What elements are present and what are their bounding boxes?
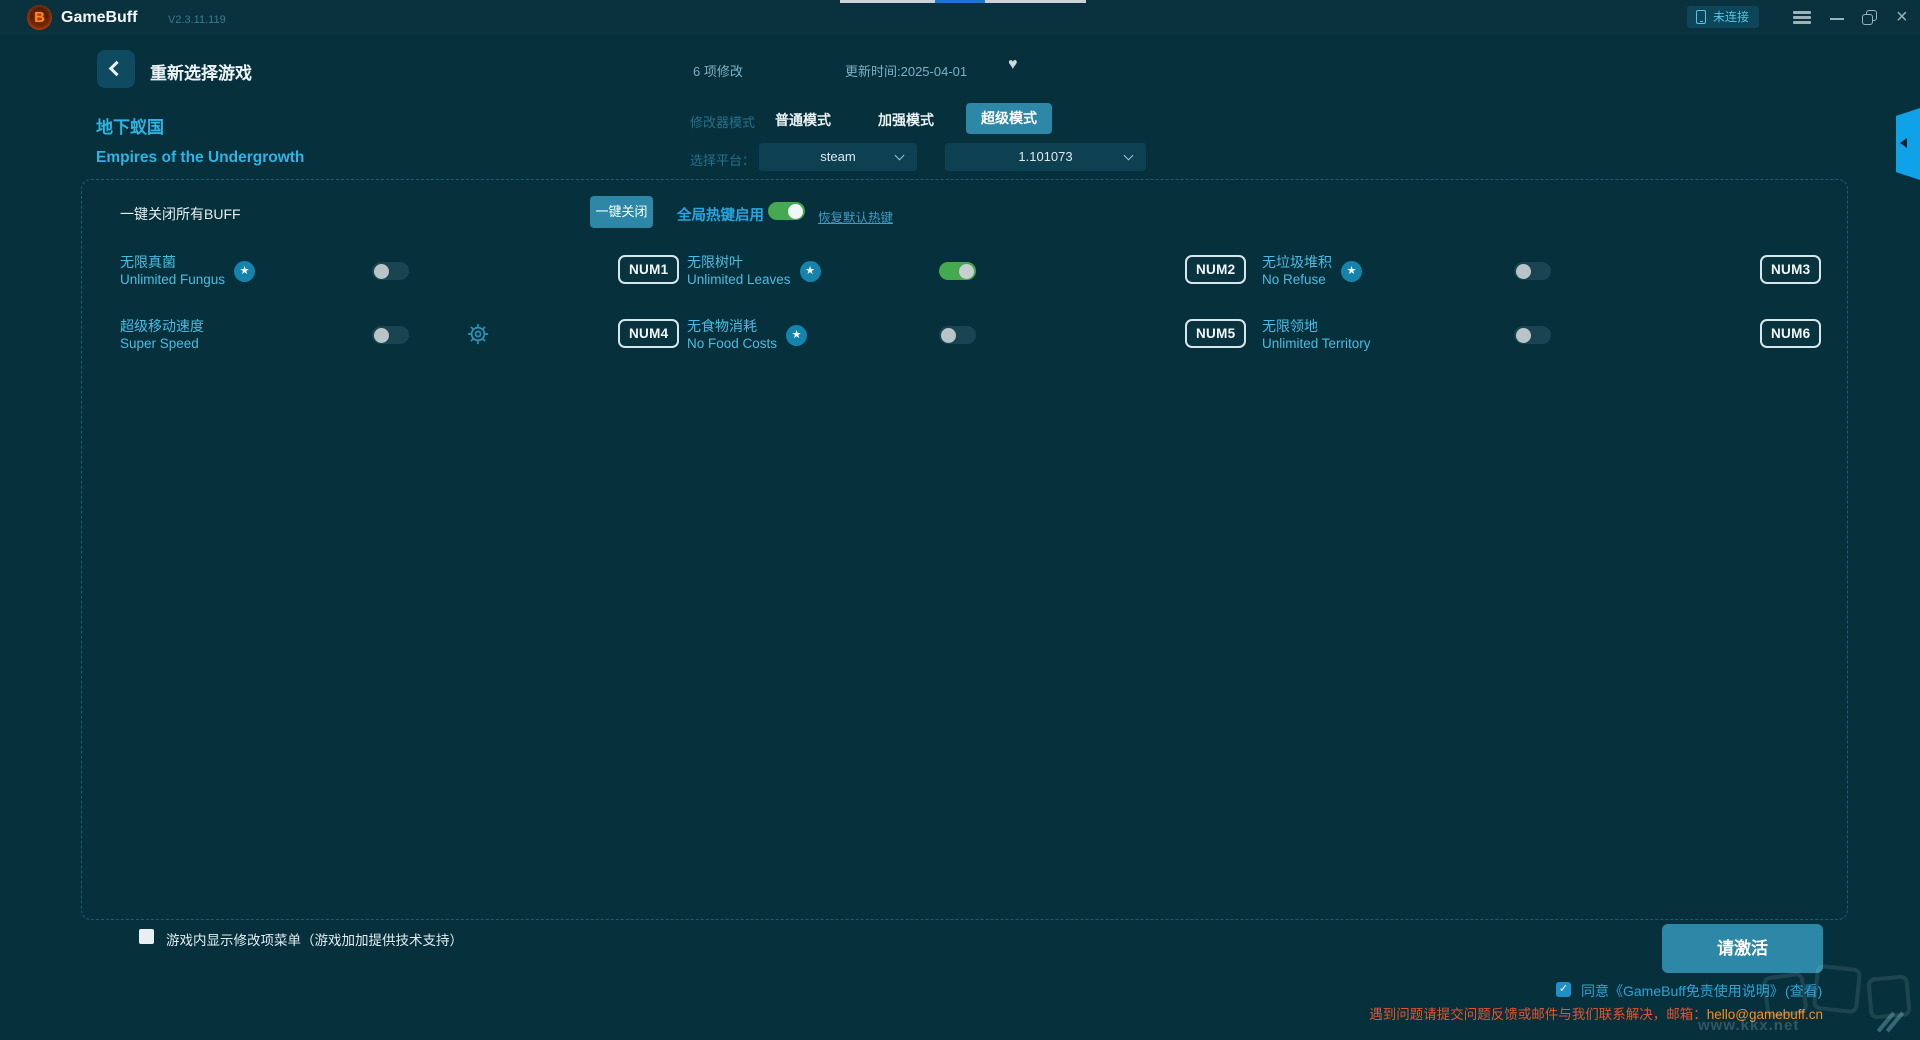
- watermark-slash-icon: [1876, 1011, 1910, 1034]
- close-icon[interactable]: ×: [1896, 5, 1908, 29]
- hotkey-badge[interactable]: NUM3: [1760, 255, 1822, 284]
- cheat-name-en: No Food Costs: [687, 336, 778, 351]
- global-hotkey-label: 全局热键启用: [677, 208, 764, 224]
- phone-icon: [1696, 10, 1706, 24]
- restore-default-hotkeys-link[interactable]: 恢复默认热键: [818, 207, 893, 226]
- cheat-toggle[interactable]: [372, 326, 409, 344]
- agreement-label[interactable]: 同意《GameBuff免责使用说明》: [1581, 981, 1784, 1001]
- star-badge-icon: ★: [786, 324, 808, 346]
- game-version-dropdown[interactable]: 1.101073: [945, 143, 1146, 171]
- update-time: 更新时间:2025-04-01: [845, 64, 968, 79]
- cheat-name: 无垃圾堆积 No Refuse: [1262, 253, 1332, 289]
- cheat-toggle[interactable]: [372, 262, 409, 280]
- side-panel-tab[interactable]: [1896, 108, 1920, 180]
- gamebuff-window: B GameBuff V2.3.11.119 未连接 × 重新选择游戏 6 项修…: [0, 0, 1920, 1040]
- mode-super-selected[interactable]: 超级模式: [966, 103, 1052, 134]
- game-title-zh: 地下蚁国: [96, 118, 164, 137]
- app-name: GameBuff: [61, 9, 138, 26]
- back-chevron-icon: [108, 60, 125, 77]
- trainer-mode-label: 修改器模式: [690, 115, 756, 130]
- cheat-name-zh: 无限树叶: [687, 254, 743, 270]
- cheat-item-super-speed: 超级移动速度 Super Speed ★ NUM4: [120, 313, 680, 357]
- cheat-name-zh: 无垃圾堆积: [1262, 254, 1332, 270]
- cheat-name: 无食物消耗 No Food Costs: [687, 317, 777, 353]
- hotkey-badge[interactable]: NUM4: [618, 319, 680, 348]
- mods-count: 6 项修改: [693, 64, 743, 79]
- hotkey-badge[interactable]: NUM6: [1760, 319, 1822, 348]
- global-hotkey-toggle[interactable]: [768, 202, 805, 220]
- support-text: 遇到问题请提交问题反馈或邮件与我们联系解决，邮箱：: [1369, 1007, 1707, 1022]
- favorite-heart-icon[interactable]: ♥: [1008, 56, 1018, 74]
- toggle-knob: [788, 203, 803, 219]
- cheat-name: 超级移动速度 Super Speed: [120, 317, 204, 353]
- connection-status-badge[interactable]: 未连接: [1687, 6, 1760, 28]
- cheat-name-zh: 超级移动速度: [120, 318, 204, 334]
- kkx-watermark-text: www.kkx.net: [1698, 1017, 1800, 1034]
- cheat-name-en: Super Speed: [120, 336, 199, 351]
- maximize-icon[interactable]: [1862, 10, 1877, 25]
- cheat-name: 无限真菌 Unlimited Fungus: [120, 253, 225, 289]
- cheat-toggle[interactable]: [939, 326, 976, 344]
- background-window-strip-blue: [935, 0, 985, 3]
- chevron-down-icon: [894, 150, 905, 161]
- hotkey-badge[interactable]: NUM5: [1185, 319, 1247, 348]
- cheat-item-no-refuse: 无垃圾堆积 No Refuse ★ NUM3: [1262, 249, 1822, 293]
- cheat-name-zh: 无食物消耗: [687, 318, 757, 334]
- chevron-left-icon: [1900, 138, 1907, 148]
- cheat-name: 无限领地 Unlimited Territory: [1262, 317, 1371, 353]
- cheat-item-no-food-costs: 无食物消耗 No Food Costs ★ NUM5: [687, 313, 1247, 357]
- agree-checkbox[interactable]: ✓: [1556, 982, 1571, 997]
- back-button[interactable]: [97, 50, 135, 88]
- menu-icon[interactable]: [1793, 11, 1811, 24]
- hotkey-badge[interactable]: NUM1: [618, 255, 680, 284]
- app-version: V2.3.11.119: [168, 14, 226, 26]
- cheat-toggle[interactable]: [1514, 326, 1551, 344]
- cheat-name-zh: 无限真菌: [120, 254, 176, 270]
- connection-status-label: 未连接: [1713, 10, 1750, 24]
- cheat-item-unlimited-territory: 无限领地 Unlimited Territory ★ NUM6: [1262, 313, 1822, 357]
- gear-icon[interactable]: [466, 322, 490, 346]
- ingame-menu-checkbox[interactable]: [139, 929, 154, 944]
- cheat-name: 无限树叶 Unlimited Leaves: [687, 253, 791, 289]
- star-badge-icon: ★: [234, 260, 256, 282]
- cheat-name-en: No Refuse: [1262, 272, 1326, 287]
- titlebar: B GameBuff V2.3.11.119 未连接 ×: [0, 0, 1920, 34]
- platform-label: 选择平台：: [690, 153, 756, 168]
- mode-normal[interactable]: 普通模式: [775, 110, 831, 130]
- cheat-item-unlimited-fungus: 无限真菌 Unlimited Fungus ★ NUM1: [120, 249, 680, 293]
- cheat-name-en: Unlimited Territory: [1262, 336, 1371, 351]
- cheat-name-zh: 无限领地: [1262, 318, 1318, 334]
- mode-enhanced[interactable]: 加强模式: [878, 110, 934, 130]
- page-title: 重新选择游戏: [150, 64, 252, 83]
- gamebuff-logo-icon: B: [27, 5, 52, 30]
- star-badge-icon: ★: [1341, 260, 1362, 282]
- cheat-name-en: Unlimited Fungus: [120, 272, 226, 287]
- game-title-en: Empires of the Undergrowth: [96, 149, 305, 166]
- cheat-toggle[interactable]: [939, 262, 976, 280]
- star-badge-icon: ★: [799, 260, 821, 282]
- chevron-down-icon: [1123, 150, 1134, 161]
- cheat-item-unlimited-leaves: 无限树叶 Unlimited Leaves ★ NUM2: [687, 249, 1247, 293]
- game-version-value: 1.101073: [1018, 149, 1073, 164]
- platform-value: steam: [820, 149, 856, 164]
- background-window-strip: [840, 0, 1086, 3]
- cheat-toggle[interactable]: [1514, 262, 1551, 280]
- ingame-menu-label: 游戏内显示修改项菜单（游戏加加提供技术支持）: [166, 933, 463, 948]
- close-all-buff-label: 一键关闭所有BUFF: [120, 206, 241, 222]
- cheat-name-en: Unlimited Leaves: [687, 272, 791, 287]
- close-all-button[interactable]: 一键关闭: [590, 196, 653, 228]
- platform-dropdown[interactable]: steam: [759, 143, 917, 171]
- minimize-icon[interactable]: [1830, 18, 1844, 20]
- hotkey-badge[interactable]: NUM2: [1185, 255, 1247, 284]
